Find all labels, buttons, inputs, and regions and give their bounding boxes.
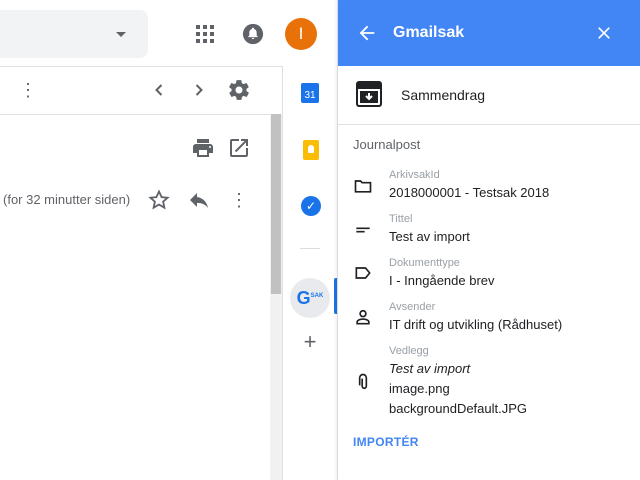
- summary-label[interactable]: Sammendrag: [401, 87, 485, 103]
- scrollbar-thumb[interactable]: [271, 114, 281, 294]
- open-in-new-icon[interactable]: [227, 136, 251, 160]
- notifications-bell-icon[interactable]: [242, 23, 264, 45]
- print-icon[interactable]: [191, 136, 215, 160]
- panel-title: Gmailsak: [393, 24, 465, 41]
- keep-bulb-icon[interactable]: [303, 140, 319, 160]
- attachment-item[interactable]: image.png: [389, 381, 450, 396]
- field-label-tittel: Tittel: [389, 213, 413, 225]
- calendar-day: 31: [304, 90, 316, 101]
- field-value-tittel: Test av import: [389, 229, 470, 244]
- person-icon: [356, 309, 370, 325]
- settings-gear-icon[interactable]: [227, 78, 251, 102]
- import-button[interactable]: IMPORTÉR: [353, 435, 419, 449]
- field-label-dokumenttype: Dokumenttype: [389, 257, 460, 269]
- rail-divider: [300, 248, 320, 249]
- attachment-item[interactable]: backgroundDefault.JPG: [389, 401, 527, 416]
- google-apps-icon[interactable]: [195, 24, 215, 44]
- field-value-arkivsakid: 2018000001 - Testsak 2018: [389, 185, 550, 200]
- short-text-icon: [356, 227, 370, 233]
- more-vert-icon[interactable]: ⋮: [16, 78, 40, 102]
- header-divider: [0, 66, 282, 67]
- field-label-vedlegg: Vedlegg: [389, 345, 429, 357]
- field-value-avsender: IT drift og utvikling (Rådhuset): [389, 317, 563, 332]
- avatar[interactable]: I: [285, 18, 317, 50]
- star-icon[interactable]: [147, 188, 171, 212]
- close-icon[interactable]: [594, 23, 614, 43]
- reply-icon[interactable]: [187, 188, 211, 212]
- calendar-icon[interactable]: 31: [301, 83, 319, 103]
- archive-download-icon: [356, 81, 382, 107]
- folder-icon: [354, 180, 372, 193]
- more-vert-icon[interactable]: ⋮: [227, 188, 251, 212]
- attachment-item[interactable]: Test av import: [389, 361, 470, 376]
- add-addon-icon[interactable]: +: [300, 329, 320, 354]
- field-value-dokumenttype: I - Inngående brev: [389, 273, 495, 288]
- toolbar-divider: [0, 114, 270, 115]
- gmailsak-addon-icon[interactable]: G SAK: [290, 278, 330, 318]
- message-time: (for 32 minutter siden): [3, 192, 131, 207]
- arrow-back-icon[interactable]: [356, 22, 378, 44]
- tasks-check-icon[interactable]: ✓: [301, 196, 321, 216]
- section-title: Journalpost: [353, 137, 421, 152]
- chevron-right-icon[interactable]: [187, 78, 211, 102]
- search-options-caret-icon[interactable]: [116, 32, 126, 37]
- field-label-avsender: Avsender: [389, 301, 436, 313]
- section-divider: [338, 124, 640, 125]
- label-icon: [355, 267, 371, 279]
- chevron-left-icon[interactable]: [147, 78, 171, 102]
- field-label-arkivsakid: ArkivsakId: [389, 169, 440, 181]
- addon-rail: [282, 66, 336, 480]
- attachment-icon: [358, 373, 368, 390]
